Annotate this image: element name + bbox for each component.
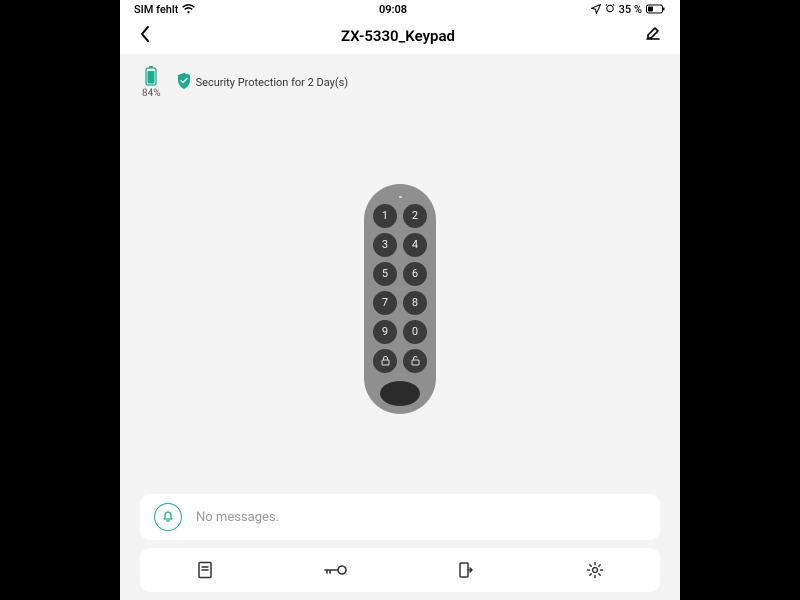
keypad-key: 2 xyxy=(403,204,427,228)
alarm-icon xyxy=(605,3,615,16)
messages-text: No messages. xyxy=(196,510,279,525)
keypad-key: 5 xyxy=(373,262,397,286)
ios-statusbar: SIM fehlt 09:08 35 % xyxy=(120,0,680,18)
security-text: Security Protection for 2 Day(s) xyxy=(196,76,349,89)
bell-icon xyxy=(154,503,182,531)
keypad-key: 9 xyxy=(373,320,397,344)
status-row: 84% Security Protection for 2 Day(s) xyxy=(120,54,680,99)
keypad-led-icon xyxy=(399,196,402,198)
settings-button[interactable] xyxy=(575,550,615,590)
letterbox-right xyxy=(680,0,800,600)
bottom-toolbar xyxy=(140,548,660,592)
keypad-key: 8 xyxy=(403,291,427,315)
door-button[interactable] xyxy=(445,550,485,590)
wifi-icon xyxy=(182,4,195,14)
phone-frame: SIM fehlt 09:08 35 % ZX-5330_Keypad xyxy=(120,0,680,600)
keypad-device: 1 2 3 4 5 6 7 8 9 0 xyxy=(364,184,436,414)
security-status: Security Protection for 2 Day(s) xyxy=(177,73,349,92)
keypad-key: 0 xyxy=(403,320,427,344)
location-icon xyxy=(591,4,601,14)
letterbox-left xyxy=(0,0,120,600)
carrier-text: SIM fehlt xyxy=(134,3,178,16)
log-button[interactable] xyxy=(185,550,225,590)
fingerprint-icon xyxy=(380,381,420,406)
key-button[interactable] xyxy=(315,550,355,590)
keypad-key: 7 xyxy=(373,291,397,315)
back-button[interactable] xyxy=(138,24,152,48)
device-battery: 84% xyxy=(142,66,161,99)
battery-text: 35 % xyxy=(619,3,642,16)
clock-text: 09:08 xyxy=(379,3,407,16)
keypad-keys: 1 2 3 4 5 6 7 8 9 0 xyxy=(373,204,427,373)
app-header: ZX-5330_Keypad xyxy=(120,18,680,54)
keypad-unlock-icon xyxy=(403,349,427,373)
page-title: ZX-5330_Keypad xyxy=(341,27,455,45)
content-area: 84% Security Protection for 2 Day(s) 1 2… xyxy=(120,54,680,600)
keypad-lock-icon xyxy=(373,349,397,373)
keypad-key: 4 xyxy=(403,233,427,257)
edit-button[interactable] xyxy=(644,25,662,47)
keypad-key: 6 xyxy=(403,262,427,286)
device-battery-icon xyxy=(145,66,157,86)
shield-icon xyxy=(177,73,191,92)
messages-card[interactable]: No messages. xyxy=(140,494,660,540)
battery-icon xyxy=(646,4,666,14)
keypad-key: 1 xyxy=(373,204,397,228)
keypad-key: 3 xyxy=(373,233,397,257)
device-battery-text: 84% xyxy=(142,88,161,99)
